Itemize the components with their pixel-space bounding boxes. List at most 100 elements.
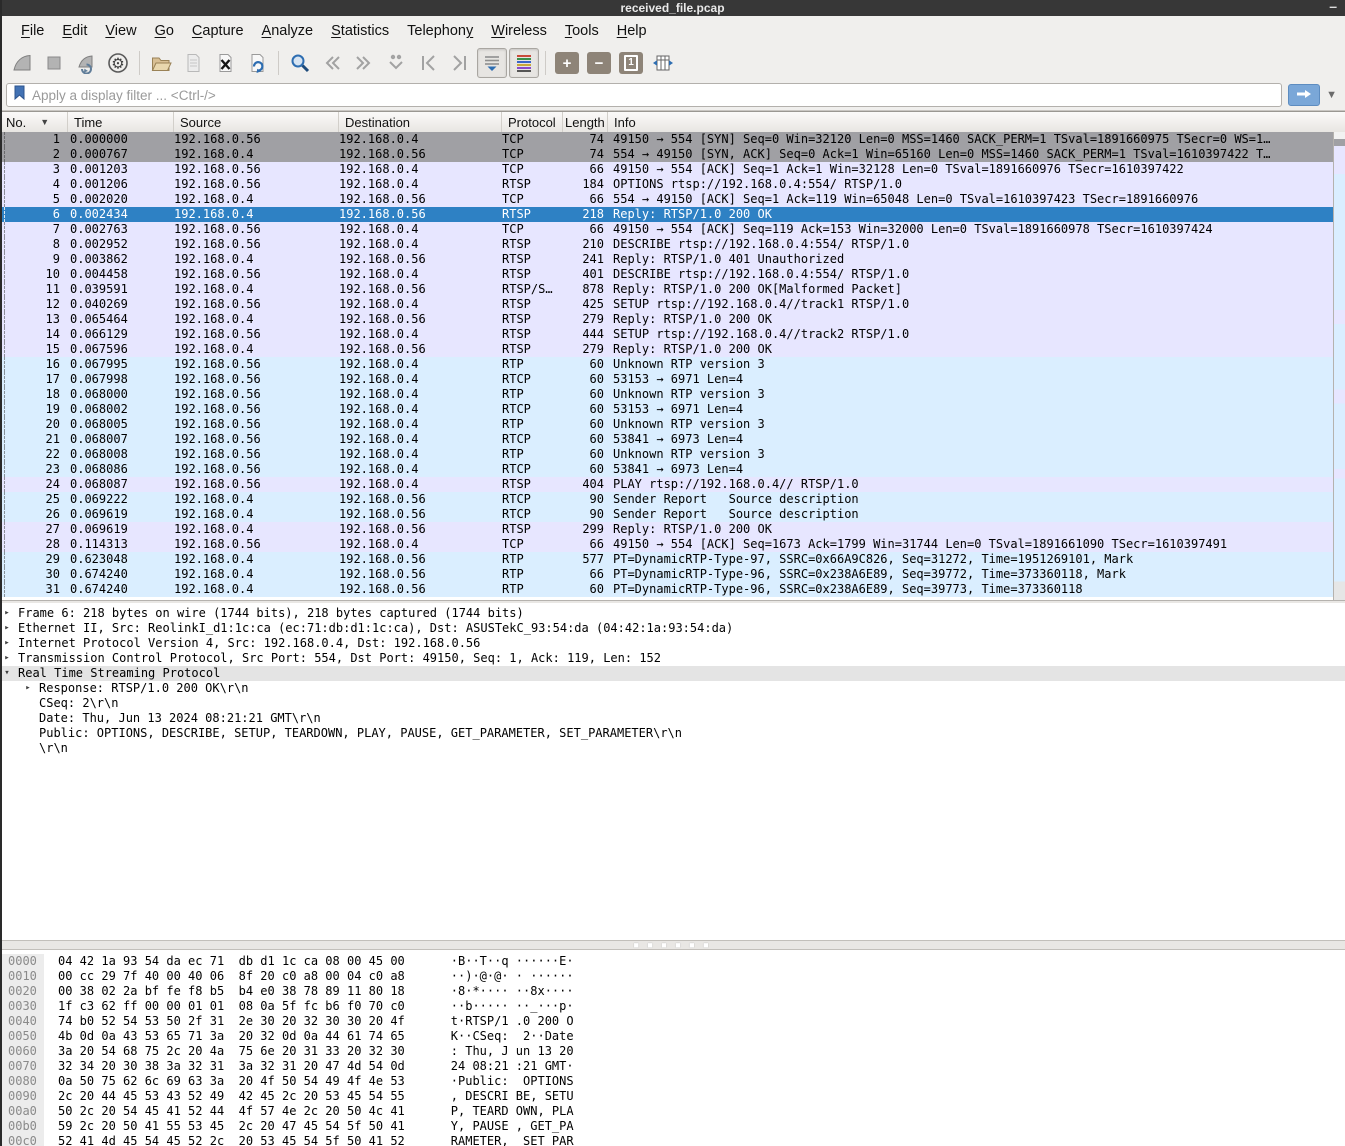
menu-view[interactable]: View bbox=[96, 20, 145, 42]
packet-row-23[interactable]: 230.068086192.168.0.56192.168.0.4RTCP605… bbox=[0, 462, 1334, 477]
packet-row-16[interactable]: 160.067995192.168.0.56192.168.0.4RTP60Un… bbox=[0, 357, 1334, 372]
packet-row-29[interactable]: 290.623048192.168.0.4192.168.0.56RTP577P… bbox=[0, 552, 1334, 567]
detail-tree-item[interactable]: ▸Ethernet II, Src: ReolinkI_d1:1c:ca (ec… bbox=[0, 621, 1345, 636]
toolbar-colorize-button[interactable] bbox=[509, 48, 539, 78]
hex-row-0060[interactable]: 00603a 20 54 68 75 2c 20 4a 75 6e 20 31 … bbox=[0, 1044, 1345, 1059]
apply-filter-button[interactable] bbox=[1288, 84, 1320, 106]
packet-row-19[interactable]: 190.068002192.168.0.56192.168.0.4RTCP605… bbox=[0, 402, 1334, 417]
toolbar-go-to-packet-button[interactable] bbox=[381, 48, 411, 78]
toolbar-zoom-original-button[interactable]: 1 bbox=[616, 48, 646, 78]
column-header-info[interactable]: Info bbox=[608, 112, 1345, 132]
toolbar-capture-start-button[interactable] bbox=[7, 48, 37, 78]
toolbar-go-last-button[interactable] bbox=[445, 48, 475, 78]
packet-row-12[interactable]: 120.040269192.168.0.56192.168.0.4RTSP425… bbox=[0, 297, 1334, 312]
hex-row-0020[interactable]: 002000 38 02 2a bf fe f8 b5 b4 e0 38 78 … bbox=[0, 984, 1345, 999]
menu-help[interactable]: Help bbox=[608, 20, 656, 42]
packet-row-31[interactable]: 310.674240192.168.0.4192.168.0.56RTP60PT… bbox=[0, 582, 1334, 597]
packet-row-28[interactable]: 280.114313192.168.0.56192.168.0.4TCP6649… bbox=[0, 537, 1334, 552]
packet-row-5[interactable]: 50.002020192.168.0.4192.168.0.56TCP66554… bbox=[0, 192, 1334, 207]
packet-row-17[interactable]: 170.067998192.168.0.56192.168.0.4RTCP605… bbox=[0, 372, 1334, 387]
packet-row-24[interactable]: 240.068087192.168.0.56192.168.0.4RTSP404… bbox=[0, 477, 1334, 492]
toolbar-go-forward-button[interactable] bbox=[349, 48, 379, 78]
packet-row-1[interactable]: 10.000000192.168.0.56192.168.0.4TCP74491… bbox=[0, 132, 1334, 147]
toolbar-zoom-in-button[interactable]: + bbox=[552, 48, 582, 78]
toolbar-go-back-button[interactable] bbox=[317, 48, 347, 78]
hex-row-00a0[interactable]: 00a050 2c 20 54 45 41 52 44 4f 57 4e 2c … bbox=[0, 1104, 1345, 1119]
toolbar-capture-stop-button[interactable] bbox=[39, 48, 69, 78]
detail-tree-item[interactable]: Date: Thu, Jun 13 2024 08:21:21 GMT\r\n bbox=[0, 711, 1345, 726]
packet-row-9[interactable]: 90.003862192.168.0.4192.168.0.56RTSP241R… bbox=[0, 252, 1334, 267]
hex-row-0030[interactable]: 00301f c3 62 ff 00 00 01 01 08 0a 5f fc … bbox=[0, 999, 1345, 1014]
column-header-source[interactable]: Source bbox=[174, 112, 339, 132]
column-header-destination[interactable]: Destination bbox=[339, 112, 502, 132]
display-filter-input[interactable]: Apply a display filter ... <Ctrl-/> bbox=[6, 83, 1282, 107]
menu-statistics[interactable]: Statistics bbox=[322, 20, 398, 42]
packet-row-20[interactable]: 200.068005192.168.0.56192.168.0.4RTP60Un… bbox=[0, 417, 1334, 432]
packet-row-3[interactable]: 30.001203192.168.0.56192.168.0.4TCP66491… bbox=[0, 162, 1334, 177]
packet-row-2[interactable]: 20.000767192.168.0.4192.168.0.56TCP74554… bbox=[0, 147, 1334, 162]
toolbar-go-first-button[interactable] bbox=[413, 48, 443, 78]
packet-row-26[interactable]: 260.069619192.168.0.4192.168.0.56RTCP90S… bbox=[0, 507, 1334, 522]
toolbar-open-file-button[interactable] bbox=[146, 48, 176, 78]
menu-telephony[interactable]: Telephony bbox=[398, 20, 482, 42]
hex-row-0080[interactable]: 00800a 50 75 62 6c 69 63 3a 20 4f 50 54 … bbox=[0, 1074, 1345, 1089]
hex-row-0070[interactable]: 007032 34 20 30 38 3a 32 31 3a 32 31 20 … bbox=[0, 1059, 1345, 1074]
packet-row-18[interactable]: 180.068000192.168.0.56192.168.0.4RTP60Un… bbox=[0, 387, 1334, 402]
hex-row-00c0[interactable]: 00c052 41 4d 45 54 45 52 2c 20 53 45 54 … bbox=[0, 1134, 1345, 1146]
hex-row-0050[interactable]: 00504b 0d 0a 43 53 65 71 3a 20 32 0d 0a … bbox=[0, 1029, 1345, 1044]
column-header-protocol[interactable]: Protocol bbox=[502, 112, 563, 132]
toolbar-resize-columns-button[interactable] bbox=[648, 48, 678, 78]
packet-row-13[interactable]: 130.065464192.168.0.4192.168.0.56RTSP279… bbox=[0, 312, 1334, 327]
toolbar-reload-file-button[interactable] bbox=[242, 48, 272, 78]
menu-analyze[interactable]: Analyze bbox=[253, 20, 323, 42]
packet-list-scrollbar[interactable] bbox=[1333, 132, 1345, 600]
toolbar-zoom-out-button[interactable]: − bbox=[584, 48, 614, 78]
detail-tree-item[interactable]: Public: OPTIONS, DESCRIBE, SETUP, TEARDO… bbox=[0, 726, 1345, 741]
packet-row-11[interactable]: 110.039591192.168.0.4192.168.0.56RTSP/S…… bbox=[0, 282, 1334, 297]
menu-file[interactable]: File bbox=[12, 20, 53, 42]
column-header-time[interactable]: Time bbox=[68, 112, 174, 132]
hex-row-0000[interactable]: 000004 42 1a 93 54 da ec 71 db d1 1c ca … bbox=[0, 954, 1345, 969]
toolbar-find-button[interactable] bbox=[285, 48, 315, 78]
detail-tree-item[interactable]: ▸Frame 6: 218 bytes on wire (1744 bits),… bbox=[0, 606, 1345, 621]
menu-wireless[interactable]: Wireless bbox=[482, 20, 556, 42]
expanded-arrow-icon[interactable]: ▾ bbox=[0, 666, 14, 681]
toolbar-capture-restart-button[interactable] bbox=[71, 48, 101, 78]
toolbar-capture-options-button[interactable]: ⚙ bbox=[103, 48, 133, 78]
menu-tools[interactable]: Tools bbox=[556, 20, 608, 42]
toolbar-close-file-button[interactable] bbox=[210, 48, 240, 78]
filter-dropdown-caret-icon[interactable]: ▼ bbox=[1326, 89, 1337, 101]
menu-edit[interactable]: Edit bbox=[53, 20, 96, 42]
collapsed-arrow-icon[interactable]: ▸ bbox=[21, 681, 35, 696]
packet-row-30[interactable]: 300.674240192.168.0.4192.168.0.56RTP66PT… bbox=[0, 567, 1334, 582]
hex-row-0040[interactable]: 004074 b0 52 54 53 50 2f 31 2e 30 20 32 … bbox=[0, 1014, 1345, 1029]
packet-row-15[interactable]: 150.067596192.168.0.4192.168.0.56RTSP279… bbox=[0, 342, 1334, 357]
detail-tree-item[interactable]: ▸Response: RTSP/1.0 200 OK\r\n bbox=[0, 681, 1345, 696]
detail-tree-item[interactable]: ▾Real Time Streaming Protocol bbox=[0, 666, 1345, 681]
collapsed-arrow-icon[interactable]: ▸ bbox=[0, 606, 14, 621]
packet-row-6[interactable]: 60.002434192.168.0.4192.168.0.56RTSP218R… bbox=[0, 207, 1334, 222]
filter-bookmark-icon[interactable] bbox=[13, 85, 26, 105]
detail-tree-item[interactable]: \r\n bbox=[0, 741, 1345, 756]
hex-row-00b0[interactable]: 00b059 2c 20 50 41 55 53 45 2c 20 47 45 … bbox=[0, 1119, 1345, 1134]
column-header-length[interactable]: Length bbox=[563, 112, 608, 132]
menu-go[interactable]: Go bbox=[146, 20, 183, 42]
detail-tree-item[interactable]: CSeq: 2\r\n bbox=[0, 696, 1345, 711]
detail-tree-item[interactable]: ▸Internet Protocol Version 4, Src: 192.1… bbox=[0, 636, 1345, 651]
minimize-button[interactable]: – bbox=[1329, 0, 1337, 14]
detail-tree-item[interactable]: ▸Transmission Control Protocol, Src Port… bbox=[0, 651, 1345, 666]
collapsed-arrow-icon[interactable]: ▸ bbox=[0, 621, 14, 636]
details-bytes-splitter[interactable]: ■ ■ ■ ■ ■ ■ bbox=[0, 940, 1345, 950]
collapsed-arrow-icon[interactable]: ▸ bbox=[0, 636, 14, 651]
toolbar-save-file-button[interactable] bbox=[178, 48, 208, 78]
collapsed-arrow-icon[interactable]: ▸ bbox=[0, 651, 14, 666]
packet-row-25[interactable]: 250.069222192.168.0.4192.168.0.56RTCP90S… bbox=[0, 492, 1334, 507]
toolbar-auto-scroll-button[interactable] bbox=[477, 48, 507, 78]
hex-row-0090[interactable]: 00902c 20 44 45 53 43 52 49 42 45 2c 20 … bbox=[0, 1089, 1345, 1104]
hex-row-0010[interactable]: 001000 cc 29 7f 40 00 40 06 8f 20 c0 a8 … bbox=[0, 969, 1345, 984]
column-header-no[interactable]: No.▼ bbox=[0, 112, 68, 132]
menu-capture[interactable]: Capture bbox=[183, 20, 253, 42]
packet-row-14[interactable]: 140.066129192.168.0.56192.168.0.4RTSP444… bbox=[0, 327, 1334, 342]
packet-row-8[interactable]: 80.002952192.168.0.56192.168.0.4RTSP210D… bbox=[0, 237, 1334, 252]
packet-row-4[interactable]: 40.001206192.168.0.56192.168.0.4RTSP184O… bbox=[0, 177, 1334, 192]
